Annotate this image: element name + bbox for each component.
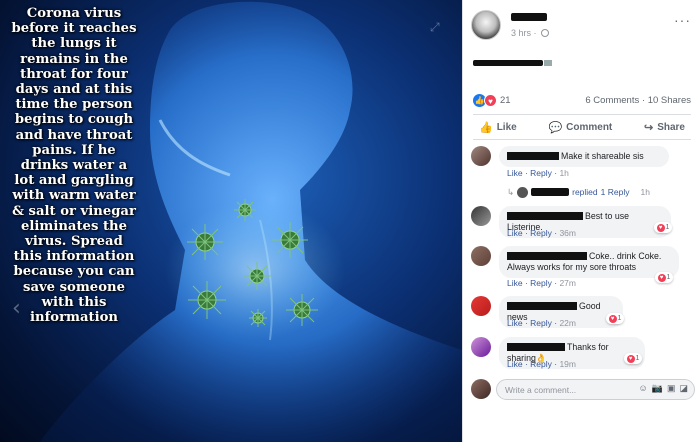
author-avatar[interactable]	[471, 10, 501, 40]
comment-like-reply-links[interactable]: Like · Reply ·	[507, 359, 559, 369]
redacted-text	[473, 59, 543, 66]
commenter-avatar[interactable]	[471, 296, 491, 316]
reaction-summary[interactable]: 👍 ♥ 21	[473, 94, 511, 107]
share-button[interactable]: ↪ Share	[644, 121, 685, 134]
composer-icons: ☺ 📷 ▣ ◪	[639, 383, 688, 394]
comment-bubble: Coke.. drink Coke. Always works for my s…	[499, 246, 679, 278]
commenter-name-redacted[interactable]	[507, 252, 587, 260]
previous-photo-icon[interactable]: ‹	[12, 296, 21, 321]
love-reaction-icon: ♥	[657, 273, 666, 282]
post-time[interactable]: 3 hrs	[511, 28, 531, 38]
commenter-name-redacted[interactable]	[507, 212, 583, 220]
expand-icon[interactable]: ⤢	[430, 20, 444, 34]
comment-like-reply-links[interactable]: Like · Reply ·	[507, 168, 559, 178]
photo-caption: Corona virus before it reaches the lungs…	[11, 6, 137, 326]
commenter-avatar[interactable]	[471, 206, 491, 226]
comment-reaction-count: 1	[665, 224, 670, 231]
comment-input[interactable]: Write a comment... ☺ 📷 ▣ ◪	[496, 379, 695, 400]
comment-time: 1h	[559, 168, 569, 178]
like-label: Like	[496, 121, 517, 133]
gif-icon[interactable]: ▣	[667, 383, 676, 394]
comment-time: 19m	[559, 359, 576, 369]
share-icon: ↪	[643, 121, 654, 134]
comment: Thanks for sharing👌 ♥ 1 Like · Reply · 19…	[471, 337, 693, 373]
sticker-icon[interactable]: ◪	[679, 383, 688, 394]
camera-icon[interactable]: 📷	[652, 383, 663, 394]
love-reaction-icon: ♥	[484, 94, 497, 107]
comment-reaction[interactable]: ♥ 1	[624, 353, 642, 364]
replies-link[interactable]: 1 Reply	[601, 187, 630, 197]
love-reaction-icon: ♥	[608, 314, 617, 323]
comment-like-reply-links[interactable]: Like · Reply ·	[507, 318, 559, 328]
comment-text: Make it shareable sis	[561, 151, 644, 161]
viewer-avatar	[471, 379, 491, 399]
comments-count[interactable]: 6 Comments	[585, 95, 639, 106]
comment-input-placeholder: Write a comment...	[505, 385, 577, 395]
reply-thread[interactable]: ↳ replied 1 Reply 1h	[507, 186, 650, 198]
post-photo[interactable]: Corona virus before it reaches the lungs…	[0, 0, 462, 442]
share-label: Share	[657, 121, 685, 133]
comment-reaction[interactable]: ♥ 1	[654, 222, 672, 233]
comment-time: 22m	[559, 318, 576, 328]
globe-icon	[541, 29, 550, 37]
commenter-avatar[interactable]	[471, 146, 491, 166]
comment-actions: Like · Reply · 27m	[507, 278, 576, 288]
comment-reaction[interactable]: ♥ 1	[655, 272, 673, 283]
commenter-name-redacted[interactable]	[507, 152, 559, 160]
comment-actions: Like · Reply · 1h	[507, 168, 569, 178]
replier-name-redacted	[531, 188, 570, 196]
comment-like-reply-links[interactable]: Like · Reply ·	[507, 278, 559, 288]
love-reaction-icon: ♥	[656, 223, 665, 232]
author-name-redacted[interactable]	[511, 13, 547, 21]
comment-reaction-count: 1	[617, 315, 622, 322]
commenter-avatar[interactable]	[471, 337, 491, 357]
comment-label: Comment	[566, 121, 613, 133]
post-header: 3 hrs · ···	[471, 10, 695, 42]
emoji-icon[interactable]: ☺	[639, 383, 648, 394]
post-text-redacted	[473, 54, 553, 66]
comment-actions: Like · Reply · 36m	[507, 228, 576, 238]
post-panel: 3 hrs · ··· 👍 ♥ 21 6 Comments · 10 Share…	[462, 0, 700, 442]
replied-label: replied	[572, 187, 598, 197]
shares-count[interactable]: 10 Shares	[648, 95, 691, 106]
comment-reaction-count: 1	[635, 355, 640, 362]
comment: Coke.. drink Coke. Always works for my s…	[471, 246, 693, 290]
comment-time: 27m	[559, 278, 576, 288]
comment-bubble: Make it shareable sis	[499, 146, 669, 167]
comment: Good news ♥ 1 Like · Reply · 22m	[471, 296, 693, 332]
comment-button[interactable]: 💬 Comment	[548, 121, 612, 134]
comment-icon: 💬	[548, 121, 563, 134]
commenter-avatar[interactable]	[471, 246, 491, 266]
thumbs-up-icon: 👍	[479, 121, 493, 134]
post-stats: 👍 ♥ 21 6 Comments · 10 Shares	[473, 94, 691, 108]
comment-reaction-count: 1	[666, 274, 671, 281]
more-options-icon[interactable]: ···	[674, 12, 691, 28]
comment-actions: Like · Reply · 22m	[507, 318, 576, 328]
comment-like-reply-links[interactable]: Like · Reply ·	[507, 228, 559, 238]
comment: Make it shareable sis Like · Reply · 1h	[471, 146, 693, 182]
post-actions: 👍 Like 💬 Comment ↪ Share	[473, 114, 691, 140]
post-text-fragment	[544, 59, 552, 66]
commenter-name-redacted[interactable]	[507, 302, 577, 310]
comment-reaction[interactable]: ♥ 1	[606, 313, 624, 324]
commenter-name-redacted[interactable]	[507, 343, 565, 351]
post-meta: 3 hrs ·	[511, 28, 550, 38]
reply-arrow-icon: ↳	[507, 186, 515, 197]
comment-time: 36m	[559, 228, 576, 238]
love-reaction-icon: ♥	[626, 354, 635, 363]
reply-time: 1h	[640, 187, 650, 197]
replier-avatar	[517, 186, 529, 198]
like-button[interactable]: 👍 Like	[479, 121, 517, 134]
reaction-count: 21	[500, 95, 511, 106]
comment-composer: Write a comment... ☺ 📷 ▣ ◪	[471, 379, 695, 401]
comment: Best to use Listerine. ♥ 1 Like · Reply ·…	[471, 206, 693, 242]
comment-actions: Like · Reply · 19m	[507, 359, 576, 369]
engagement-counts: 6 Comments · 10 Shares	[585, 95, 691, 106]
